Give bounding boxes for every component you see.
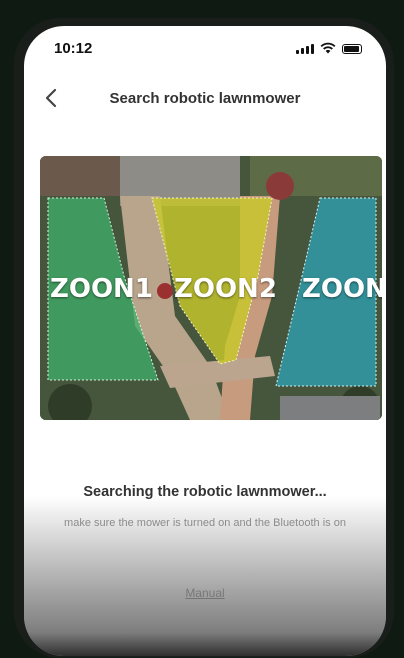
search-status-text: Searching the robotic lawnmower... [83,484,327,500]
nav-bar: Search robotic lawnmower [24,78,386,118]
zone3-label: ZOON3 [302,274,382,304]
zone2-label: ZOON2 [174,274,277,304]
app-screen: 10:12 Search robotic lawnmower ZOON1 ZOO… [24,26,386,656]
page-title: Search robotic lawnmower [109,90,301,107]
status-time: 10:12 [54,40,93,57]
garden-map: ZOON1 ZOON2 ZOON3 [40,156,382,420]
status-bar: 10:12 [24,26,386,70]
zone1-label: ZOON1 [50,274,153,304]
search-hint-text: make sure the mower is turned on and the… [64,517,346,529]
status-icons [296,42,362,54]
manual-link[interactable]: Manual [24,586,386,600]
battery-icon [342,44,362,54]
signal-icon [296,44,314,54]
wifi-icon [320,42,336,54]
